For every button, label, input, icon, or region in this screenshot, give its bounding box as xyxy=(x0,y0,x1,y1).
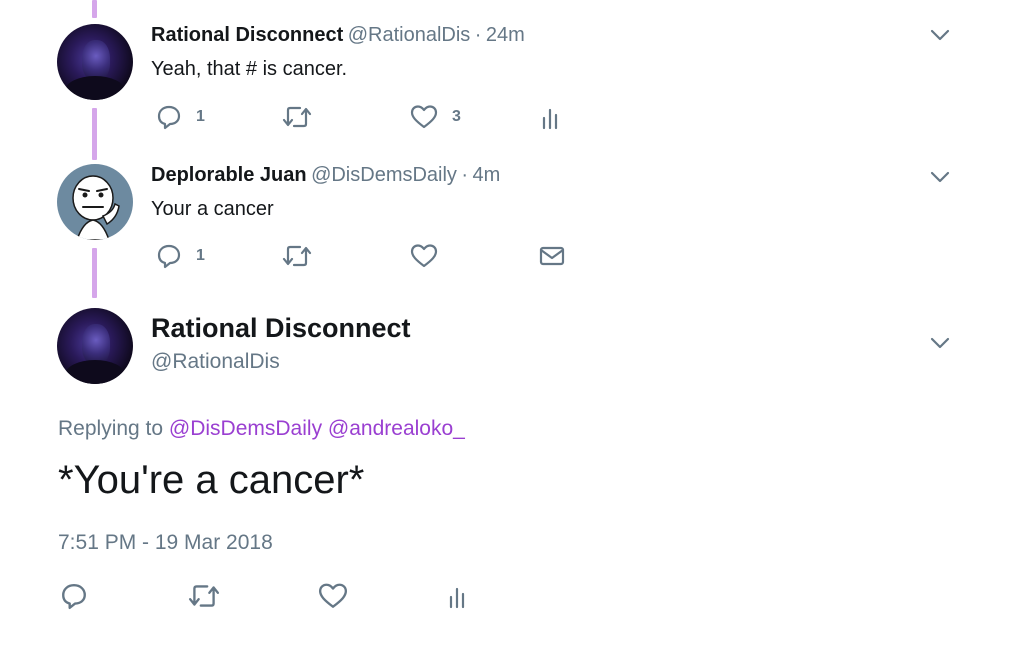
tweet-text: Your a cancer xyxy=(151,198,274,220)
reply-icon xyxy=(157,244,181,269)
display-name[interactable]: Rational Disconnect xyxy=(151,313,411,344)
envelope-icon xyxy=(539,246,565,266)
tweet-text: *You're a cancer* xyxy=(58,458,365,502)
replying-to-label: Replying to xyxy=(58,417,164,440)
heart-icon xyxy=(410,244,438,268)
reply-icon xyxy=(62,584,86,610)
tweet-header: Rational Disconnect @RationalDis · 24m xyxy=(151,24,525,47)
tweet-timestamp[interactable]: 7:51 PM - 19 Mar 2018 xyxy=(58,531,273,555)
direct-message-button[interactable] xyxy=(538,243,566,269)
username[interactable]: @DisDemsDaily xyxy=(311,164,457,186)
chevron-down-icon[interactable] xyxy=(930,170,950,184)
analytics-icon xyxy=(542,108,558,130)
retweet-icon xyxy=(282,106,312,128)
retweet-button[interactable] xyxy=(188,582,220,610)
avatar[interactable] xyxy=(57,308,133,384)
meme-face-avatar xyxy=(72,175,120,240)
retweet-button[interactable] xyxy=(282,243,312,269)
heart-icon xyxy=(410,105,438,129)
mention-link[interactable]: @DisDemsDaily xyxy=(169,417,322,440)
retweet-button[interactable] xyxy=(282,104,312,130)
like-button[interactable]: 3 xyxy=(410,104,461,130)
avatar-face xyxy=(82,324,110,364)
reply-button[interactable]: 1 xyxy=(156,243,205,269)
thread-line-top xyxy=(92,0,97,18)
avatar-face xyxy=(82,40,110,80)
meta-separator: · xyxy=(461,164,469,186)
analytics-button[interactable] xyxy=(540,104,562,130)
tweet-time[interactable]: 4m xyxy=(473,164,501,186)
reply-count: 1 xyxy=(196,108,205,125)
avatar[interactable] xyxy=(57,24,133,100)
tweet-header: Deplorable Juan @DisDemsDaily · 4m xyxy=(151,164,500,187)
reply-button[interactable] xyxy=(60,582,88,610)
chevron-down-icon[interactable] xyxy=(930,28,950,42)
thread-line-middle xyxy=(92,108,97,160)
avatar[interactable] xyxy=(57,164,133,240)
reply-button[interactable]: 1 xyxy=(156,104,205,130)
mention-link[interactable]: @andrealoko_ xyxy=(328,417,465,440)
like-button[interactable] xyxy=(410,243,438,269)
replying-to: Replying to @DisDemsDaily @andrealoko_ xyxy=(58,417,465,441)
reply-count: 1 xyxy=(196,247,205,264)
heart-icon xyxy=(318,583,348,608)
chevron-down-icon[interactable] xyxy=(930,336,950,350)
analytics-button[interactable] xyxy=(447,582,469,610)
avatar-shoulders xyxy=(65,76,125,100)
reply-icon xyxy=(157,105,181,130)
retweet-icon xyxy=(188,585,220,607)
tweet-text: Yeah, that # is cancer. xyxy=(151,58,348,80)
display-name[interactable]: Deplorable Juan xyxy=(151,164,307,186)
tweet-time[interactable]: 24m xyxy=(486,24,525,46)
like-count: 3 xyxy=(452,108,461,125)
meta-separator: · xyxy=(474,24,482,46)
like-button[interactable] xyxy=(318,582,348,610)
avatar-shoulders xyxy=(65,360,125,384)
analytics-icon xyxy=(449,587,465,609)
retweet-icon xyxy=(282,245,312,267)
display-name[interactable]: Rational Disconnect xyxy=(151,24,343,46)
username[interactable]: @RationalDis xyxy=(348,24,471,46)
username[interactable]: @RationalDis xyxy=(151,350,280,374)
thread-line-bottom xyxy=(92,248,97,298)
